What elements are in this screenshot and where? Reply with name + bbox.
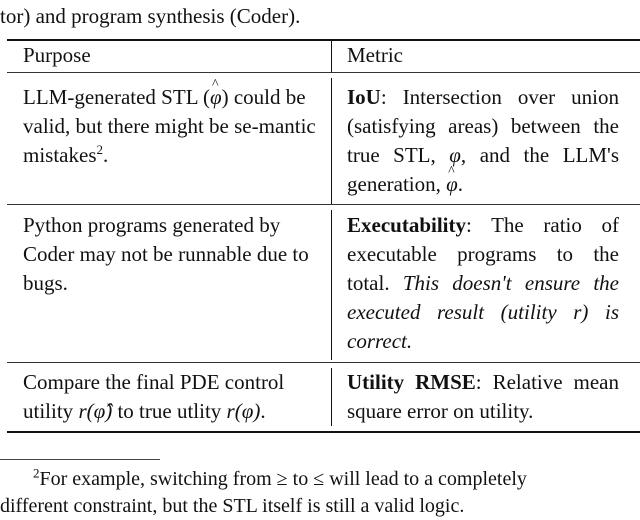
row-divider xyxy=(7,362,640,363)
table-row-3-purpose: Compare the final PDE control utility r(… xyxy=(23,370,285,423)
header-rule xyxy=(7,72,640,73)
footnote-rule xyxy=(0,459,160,460)
header-metric: Metric xyxy=(347,43,403,67)
table-row-2-purpose: Python programs generated by Coder may n… xyxy=(23,213,309,295)
metric-name: Executability xyxy=(347,213,466,237)
utility-hat-expression: r(φ̂) xyxy=(78,399,113,423)
table-bottom-rule xyxy=(7,431,640,433)
metric-name: IoU xyxy=(347,85,381,109)
utility-expression: r(φ) xyxy=(226,399,261,423)
header-column-divider xyxy=(331,41,332,72)
row1-column-divider xyxy=(331,78,332,204)
row-divider xyxy=(7,204,640,205)
table-row-1-purpose: LLM-generated STL (φ) could be valid, bu… xyxy=(23,70,323,170)
row3-column-divider xyxy=(331,368,332,426)
footnote: 2For example, switching from ≥ to ≤ will… xyxy=(0,465,527,517)
phi-hat-symbol: φ xyxy=(446,157,458,199)
phi-hat-symbol: φ xyxy=(210,70,222,112)
table-row-1-metric: IoU: Intersection over union (satisfying… xyxy=(347,83,619,199)
header-purpose: Purpose xyxy=(23,43,91,67)
metric-name: Utility RMSE xyxy=(347,370,476,394)
row2-column-divider xyxy=(331,210,332,360)
caption-text: tor) and program synthesis (Coder). xyxy=(0,4,301,28)
table-row-3-metric: Utility RMSE: Relative mean square error… xyxy=(347,370,619,423)
table-row-2-metric: Executability: The ratio of executable p… xyxy=(347,213,619,353)
